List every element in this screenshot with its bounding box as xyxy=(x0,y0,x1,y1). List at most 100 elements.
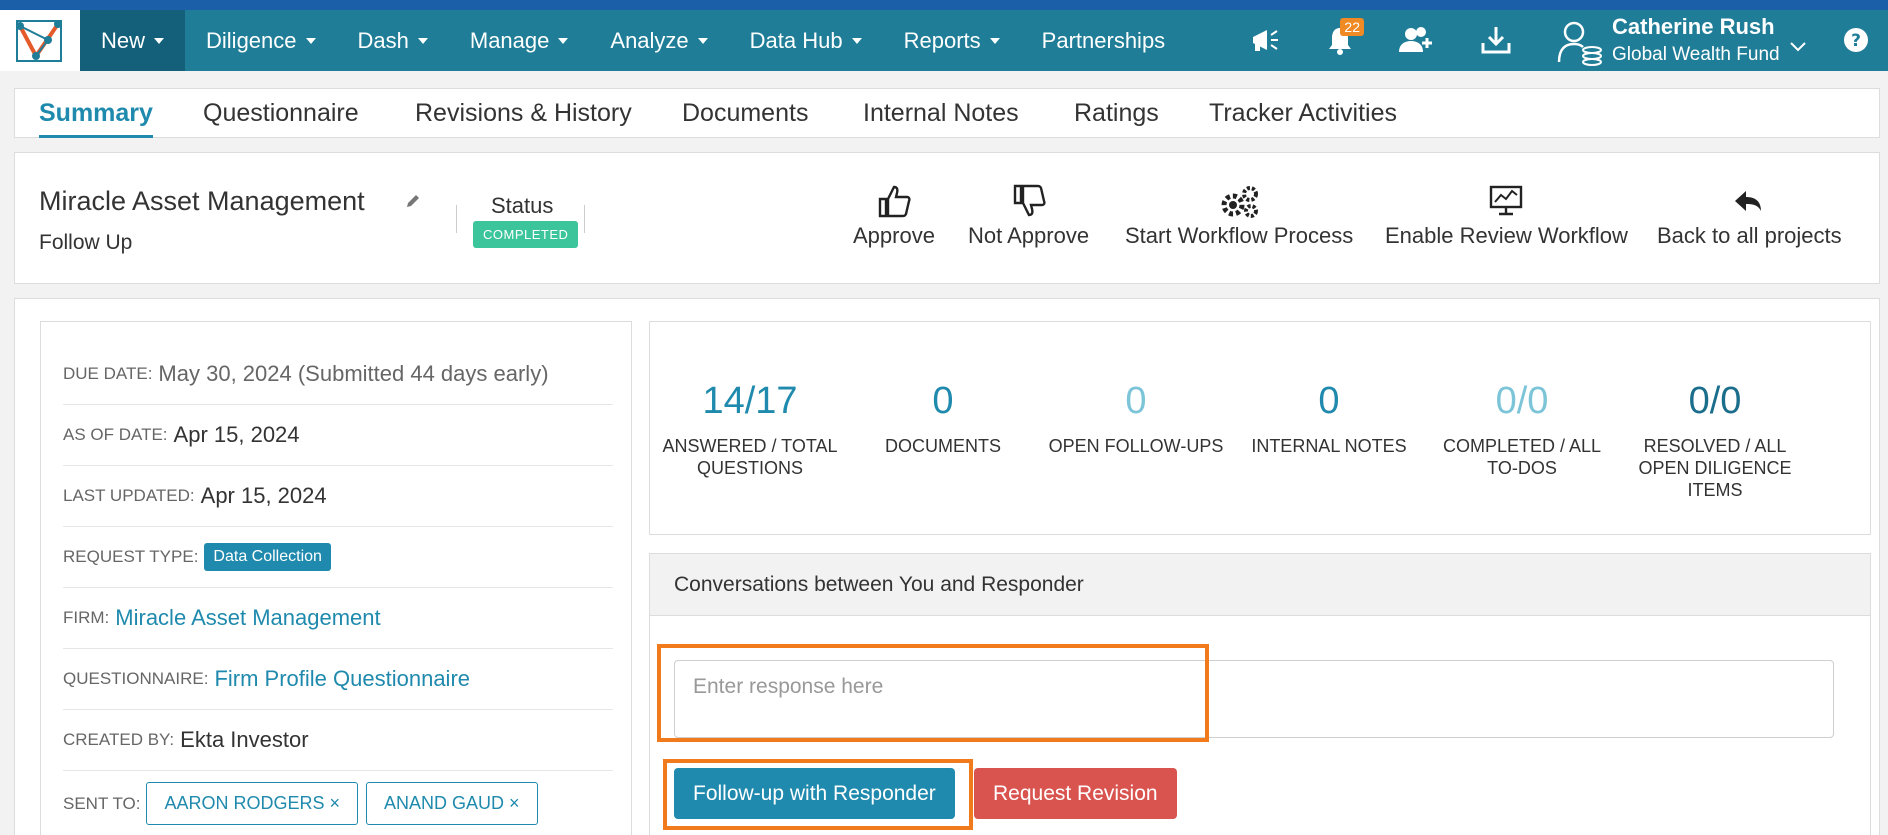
caret-down-icon xyxy=(697,37,708,44)
recipient-chip[interactable]: AARON RODGERS × xyxy=(146,782,359,825)
field-label: DUE DATE: xyxy=(63,364,153,383)
last-updated-row: LAST UPDATED: Apr 15, 2024 xyxy=(63,466,613,527)
field-label: QUESTIONNAIRE: xyxy=(63,669,209,688)
created-by-value: Ekta Investor xyxy=(180,727,309,752)
request-revision-button[interactable]: Request Revision xyxy=(974,768,1177,819)
as-of-date-row: AS OF DATE: Apr 15, 2024 xyxy=(63,405,613,466)
tab-documents[interactable]: Documents xyxy=(682,99,808,128)
stat-open-followups[interactable]: 0 OPEN FOLLOW-UPS xyxy=(1041,380,1231,457)
edit-pencil-icon[interactable] xyxy=(405,193,421,214)
help-icon[interactable]: ? xyxy=(1836,22,1876,58)
approve-button[interactable]: Approve xyxy=(853,183,935,249)
nav-item-label: Manage xyxy=(469,27,550,53)
stat-label: ANSWERED / TOTAL QUESTIONS xyxy=(662,436,838,478)
due-date-row: DUE DATE: May 30, 2024 (Submitted 44 day… xyxy=(63,344,613,405)
enable-review-workflow-button[interactable]: Enable Review Workflow xyxy=(1385,183,1628,249)
monitor-chart-icon xyxy=(1490,185,1523,216)
stat-answered[interactable]: 14/17 ANSWERED / TOTAL QUESTIONS xyxy=(655,380,845,479)
svg-text:?: ? xyxy=(1851,31,1861,51)
stat-value: 0/0 xyxy=(1495,380,1549,422)
thumbs-up-icon xyxy=(878,185,911,218)
stat-documents[interactable]: 0 DOCUMENTS xyxy=(848,380,1038,457)
created-by-row: CREATED BY: Ekta Investor xyxy=(63,710,613,771)
nav-item-label: Reports xyxy=(903,27,981,53)
nav-item-diligence[interactable]: Diligence xyxy=(185,10,337,71)
nav-item-data-hub[interactable]: Data Hub xyxy=(729,10,883,71)
tab-questionnaire[interactable]: Questionnaire xyxy=(203,99,359,128)
stat-internal-notes[interactable]: 0 INTERNAL NOTES xyxy=(1234,380,1424,457)
caret-down-icon xyxy=(154,37,165,44)
user-name: Catherine Rush xyxy=(1612,14,1775,39)
app-logo[interactable] xyxy=(0,10,80,71)
start-workflow-button[interactable]: Start Workflow Process xyxy=(1125,183,1353,249)
action-label: Not Approve xyxy=(968,223,1090,248)
request-type-badge: Data Collection xyxy=(204,543,331,571)
action-label: Enable Review Workflow xyxy=(1385,223,1628,248)
nav-item-manage[interactable]: Manage xyxy=(449,10,590,71)
megaphone-icon[interactable] xyxy=(1245,22,1285,58)
nav-item-label: Partnerships xyxy=(1041,27,1166,53)
request-type-row: REQUEST TYPE: Data Collection xyxy=(63,527,613,588)
project-subtitle: Follow Up xyxy=(39,231,133,254)
nav-item-partnerships[interactable]: Partnerships xyxy=(1021,10,1187,71)
tab-internal-notes[interactable]: Internal Notes xyxy=(863,99,1019,128)
questionnaire-link[interactable]: Firm Profile Questionnaire xyxy=(214,666,470,692)
tab-ratings[interactable]: Ratings xyxy=(1074,99,1159,128)
firm-row: FIRM: Miracle Asset Management xyxy=(63,588,613,649)
nav-item-new[interactable]: New xyxy=(80,10,186,71)
highlight-box xyxy=(657,644,1209,742)
conversation-heading: Conversations between You and Responder xyxy=(650,554,1870,616)
chevron-down-icon xyxy=(1790,42,1806,52)
tab-bar: Summary Questionnaire Revisions & Histor… xyxy=(14,88,1880,138)
recipient-chip[interactable]: ANAND GAUD × xyxy=(366,782,538,825)
firm-link[interactable]: Miracle Asset Management xyxy=(115,605,380,631)
stat-value: 0 xyxy=(1318,380,1340,422)
not-approve-button[interactable]: Not Approve xyxy=(968,183,1089,249)
due-date-value: May 30, 2024 (Submitted 44 days early) xyxy=(158,361,549,386)
sent-to-row: SENT TO: AARON RODGERS × ANAND GAUD × xyxy=(63,773,613,834)
stat-label: DOCUMENTS xyxy=(885,436,1001,456)
add-user-icon[interactable] xyxy=(1396,22,1436,58)
as-of-date-value: Apr 15, 2024 xyxy=(173,422,300,447)
nav-item-dash[interactable]: Dash xyxy=(337,10,449,71)
nav-item-label: Data Hub xyxy=(749,27,843,53)
stat-value: 0/0 xyxy=(1688,380,1742,422)
back-to-projects-button[interactable]: Back to all projects xyxy=(1657,183,1842,249)
download-icon[interactable] xyxy=(1476,22,1516,58)
user-money-icon xyxy=(1557,21,1602,66)
top-navbar: New Diligence Dash Manage Analyze Data H… xyxy=(0,0,1888,71)
nav-item-analyze[interactable]: Analyze xyxy=(589,10,728,71)
nav-item-reports[interactable]: Reports xyxy=(883,10,1021,71)
reply-arrow-icon xyxy=(1735,191,1762,211)
stat-diligence-items[interactable]: 0/0 RESOLVED / ALL OPEN DILIGENCE ITEMS xyxy=(1620,380,1810,501)
thumbs-down-icon xyxy=(1013,184,1046,217)
stat-label: OPEN FOLLOW-UPS xyxy=(1048,436,1224,456)
highlight-box xyxy=(663,759,973,830)
main-nav: New Diligence Dash Manage Analyze Data H… xyxy=(80,10,1186,71)
notification-badge: 22 xyxy=(1340,18,1364,36)
tab-summary[interactable]: Summary xyxy=(39,99,153,138)
action-label: Approve xyxy=(853,223,935,248)
bell-icon[interactable]: 22 xyxy=(1320,18,1364,58)
last-updated-value: Apr 15, 2024 xyxy=(200,483,327,508)
user-org: Global Wealth Fund xyxy=(1612,44,1780,65)
action-label: Start Workflow Process xyxy=(1125,223,1354,248)
field-label: AS OF DATE: xyxy=(63,425,168,444)
details-card: DUE DATE: May 30, 2024 (Submitted 44 day… xyxy=(40,321,632,835)
stat-todos[interactable]: 0/0 COMPLETED / ALL TO-DOS xyxy=(1427,380,1617,479)
stat-label: COMPLETED / ALL TO-DOS xyxy=(1442,436,1602,478)
field-label: CREATED BY: xyxy=(63,730,175,749)
caret-down-icon xyxy=(851,37,862,44)
stat-value: 14/17 xyxy=(702,380,798,422)
field-label: SENT TO: xyxy=(63,793,141,813)
field-label: REQUEST TYPE: xyxy=(63,547,199,566)
conversation-card: Conversations between You and Responder … xyxy=(649,553,1871,835)
divider xyxy=(456,205,457,233)
tab-tracker-activities[interactable]: Tracker Activities xyxy=(1209,99,1397,128)
tab-revisions-history[interactable]: Revisions & History xyxy=(415,99,632,128)
questionnaire-row: QUESTIONNAIRE: Firm Profile Questionnair… xyxy=(63,649,613,710)
stat-label: RESOLVED / ALL OPEN DILIGENCE ITEMS xyxy=(1638,436,1792,500)
field-label: FIRM: xyxy=(63,608,110,627)
stat-label: INTERNAL NOTES xyxy=(1251,436,1407,456)
nav-item-label: Dash xyxy=(357,27,409,53)
